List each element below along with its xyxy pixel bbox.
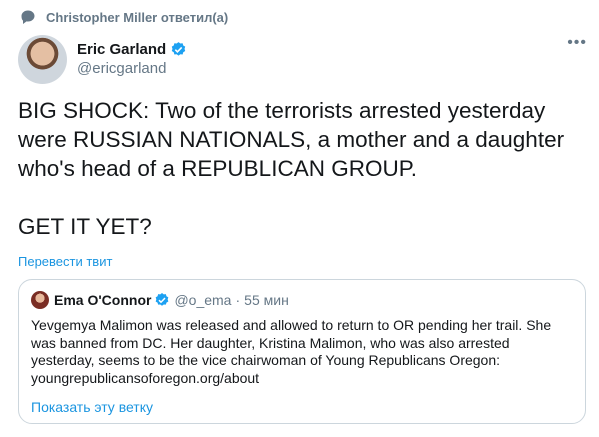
reply-context-text: Christopher Miller ответил(а) xyxy=(46,9,229,25)
quoted-avatar xyxy=(31,291,49,309)
tweet-text: BIG SHOCK: Two of the terrorists arreste… xyxy=(18,98,565,239)
author-name[interactable]: Eric Garland xyxy=(77,41,166,58)
verified-badge-icon xyxy=(156,293,169,306)
tweet-author[interactable]: Eric Garland @ericgarland ••• xyxy=(18,34,589,84)
quoted-timestamp: 55 мин xyxy=(244,292,289,308)
verified-badge-icon xyxy=(171,42,186,56)
quoted-tweet[interactable]: Ema O'Connor @o_ema · 55 мин Yevgemya Ma… xyxy=(18,279,586,424)
meta-separator: · xyxy=(235,292,241,308)
quoted-handle: @o_ema xyxy=(174,292,232,308)
show-thread-link[interactable]: Показать эту ветку xyxy=(31,399,153,415)
quoted-author-name: Ema O'Connor xyxy=(54,292,152,308)
reply-context[interactable]: Christopher Miller ответил(а) xyxy=(20,9,228,25)
speech-bubble-icon xyxy=(21,10,35,24)
quoted-text: Yevgemya Malimon was released and allowe… xyxy=(31,317,552,386)
more-options-icon[interactable]: ••• xyxy=(567,35,587,51)
translate-tweet-link[interactable]: Перевести твит xyxy=(18,254,112,269)
avatar[interactable] xyxy=(18,34,67,84)
author-handle[interactable]: @ericgarland xyxy=(77,60,187,77)
